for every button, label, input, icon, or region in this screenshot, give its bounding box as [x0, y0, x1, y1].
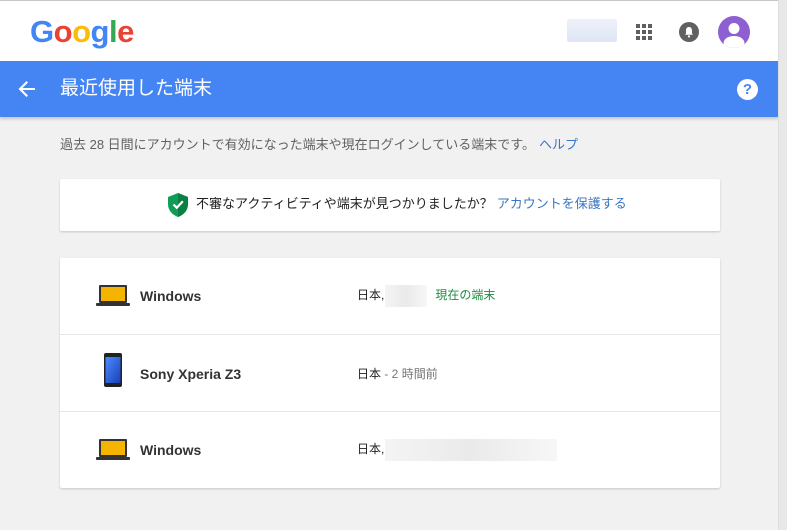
alert-message: 不審なアクティビティや端末が見つかりましたか？ アカウントを保護する	[196, 196, 627, 212]
device-row[interactable]: Sony Xperia Z3 日本 - 2 時間前	[60, 334, 720, 411]
page-title: 最近使用した端末	[60, 78, 213, 99]
notifications-bell-icon[interactable]	[679, 22, 699, 42]
shield-check-icon	[166, 192, 190, 223]
laptop-icon	[96, 285, 130, 312]
location-text: 日本	[357, 367, 382, 381]
location-redacted	[385, 285, 428, 307]
current-device-label: 現在の端末	[435, 288, 496, 303]
location-redacted	[385, 439, 558, 461]
apps-grid-icon[interactable]	[636, 24, 652, 40]
location-text: 日本,	[357, 442, 385, 457]
page-description: 過去 28 日間にアカウントで有効になった端末や現在ログインしている端末です。ヘ…	[60, 137, 578, 153]
location-text: 日本,	[357, 288, 385, 303]
alert-text: 不審なアクティビティや端末が見つかりましたか？	[196, 196, 493, 211]
protect-account-link[interactable]: アカウントを保護する	[497, 196, 627, 211]
security-alert-card: 不審なアクティビティや端末が見つかりましたか？ アカウントを保護する	[60, 179, 720, 231]
logo-letter: l	[108, 14, 118, 49]
description-text: 過去 28 日間にアカウントで有効になった端末や現在ログインしている端末です。	[60, 137, 535, 152]
laptop-icon	[96, 439, 130, 466]
logo-letter: o	[72, 14, 91, 49]
logo-letter: g	[90, 14, 110, 49]
logo-letter: o	[53, 14, 73, 49]
arrow-back-icon[interactable]	[16, 78, 38, 100]
device-list-card: Windows 日本, 現在の端末 Sony Xperia Z3 日本 - 2 時…	[60, 258, 720, 488]
account-name-redacted[interactable]	[567, 19, 617, 42]
device-row[interactable]: Windows 日本, 現在の端末	[60, 258, 720, 334]
google-top-bar: Google	[0, 0, 779, 62]
page-scrollbar[interactable]	[778, 0, 787, 530]
device-name: Windows	[140, 442, 202, 458]
google-logo[interactable]: Google	[30, 15, 134, 49]
device-name: Sony Xperia Z3	[140, 366, 242, 382]
page: Google 最近使用した端末 ? 過去 28 日間にアカウントで有効になった端…	[0, 0, 779, 530]
page-header-bar: 最近使用した端末 ?	[0, 61, 779, 117]
logo-letter: e	[117, 14, 134, 49]
logo-letter: G	[30, 14, 54, 49]
account-avatar-icon[interactable]	[718, 16, 750, 48]
phone-icon	[103, 353, 123, 392]
device-row[interactable]: Windows 日本,	[60, 411, 720, 488]
last-active-time: - 2 時間前	[381, 367, 438, 381]
device-location: 日本 - 2 時間前	[357, 366, 438, 382]
device-location: 日本, 現在の端末	[357, 285, 495, 307]
device-name: Windows	[140, 288, 202, 304]
help-link[interactable]: ヘルプ	[539, 137, 578, 152]
help-icon[interactable]: ?	[737, 79, 758, 100]
device-location: 日本,	[357, 439, 558, 461]
